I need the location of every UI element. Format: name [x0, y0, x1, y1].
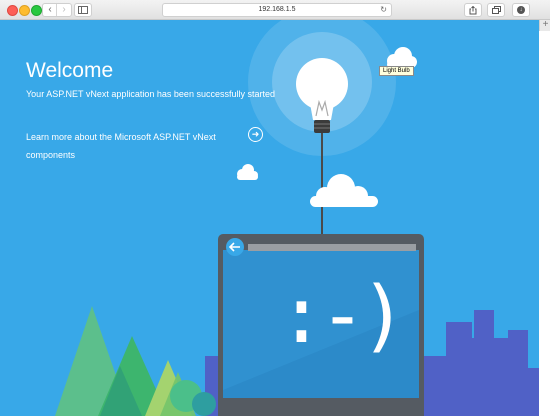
cloud-right — [387, 47, 417, 68]
download-icon: ↓ — [517, 6, 525, 14]
tabs-overview-icon — [491, 6, 501, 14]
page-title: Welcome — [26, 59, 114, 82]
browser-window: ‹ › 192.168.1.5 ↻ ↓ + Welcome Your ASP.N… — [0, 0, 550, 416]
zoom-window-button[interactable] — [31, 5, 42, 16]
tabs-overview-button[interactable] — [487, 3, 505, 17]
minimize-window-button[interactable] — [19, 5, 30, 16]
reload-icon[interactable]: ↻ — [380, 4, 387, 16]
page-content: Welcome Your ASP.NET vNext application h… — [0, 20, 539, 416]
chevron-left-icon[interactable]: ‹ — [43, 5, 57, 15]
new-tab-button[interactable]: + — [539, 20, 550, 31]
sidebar-button[interactable] — [74, 3, 92, 17]
forest — [55, 306, 216, 416]
page-subtitle: Your ASP.NET vNext application has been … — [26, 89, 275, 99]
close-window-button[interactable] — [7, 5, 18, 16]
light-bulb-tooltip: Light Bulb — [379, 66, 414, 76]
nav-divider — [56, 4, 57, 16]
cloud-left — [237, 164, 258, 180]
learn-more-link[interactable]: Learn more about the Microsoft ASP.NET v… — [26, 128, 251, 164]
cloud-center — [310, 174, 378, 207]
chevron-right-icon[interactable]: › — [57, 5, 71, 15]
navigation-buttons: ‹ › — [42, 3, 72, 17]
smiley-face: :-) — [278, 271, 407, 361]
browser-toolbar: ‹ › 192.168.1.5 ↻ ↓ — [0, 0, 550, 20]
share-icon — [469, 5, 477, 14]
plus-icon: + — [542, 19, 549, 30]
url-text: 192.168.1.5 — [258, 6, 296, 13]
downloads-button[interactable]: ↓ — [512, 3, 530, 17]
address-bar[interactable]: 192.168.1.5 ↻ — [162, 3, 392, 17]
arrow-right-circle-icon[interactable]: ➜ — [248, 127, 263, 142]
share-button[interactable] — [464, 3, 482, 17]
sidebar-icon — [78, 6, 88, 14]
